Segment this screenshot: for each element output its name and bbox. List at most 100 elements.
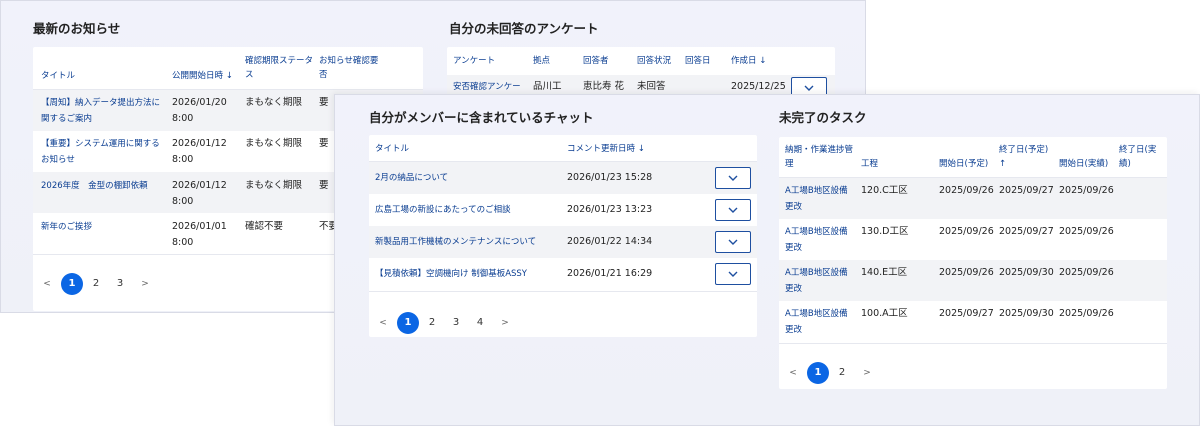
notice-date: 2026/01/20 bbox=[172, 97, 227, 108]
notice-time: 8:00 bbox=[172, 196, 194, 207]
tasks-col-process[interactable]: 工程 bbox=[861, 157, 878, 171]
chat-updated: 2026/01/21 16:29 bbox=[567, 268, 653, 279]
pagination-next[interactable]: > bbox=[137, 273, 153, 295]
table-divider bbox=[369, 291, 757, 292]
chat-expand-button[interactable] bbox=[715, 263, 751, 285]
surveys-section-title: 自分の未回答のアンケート bbox=[449, 21, 599, 36]
surveys-col-answer-date[interactable]: 回答日 bbox=[685, 54, 711, 68]
notices-col-date[interactable]: 公開開始日時 ↓ bbox=[172, 69, 233, 83]
task-process: 140.E工区 bbox=[861, 267, 908, 278]
chats-col-title[interactable]: タイトル bbox=[375, 142, 409, 156]
notice-link[interactable]: 新年のご挨拶 bbox=[41, 219, 163, 235]
surveys-col-created[interactable]: 作成日 ↓ bbox=[731, 54, 766, 68]
surveys-col-status[interactable]: 回答状況 bbox=[637, 54, 671, 68]
notice-status: まもなく期限 bbox=[245, 138, 303, 149]
notice-need: 要 bbox=[319, 138, 329, 149]
chats-col-updated[interactable]: コメント更新日時 ↓ bbox=[567, 142, 645, 156]
task-start-actual: 2025/09/26 bbox=[1059, 308, 1114, 319]
table-divider bbox=[779, 343, 1167, 344]
pagination-page-1[interactable]: 1 bbox=[397, 312, 419, 334]
notice-link[interactable]: 【周知】納入データ提出方法に関するご案内 bbox=[41, 95, 163, 127]
pagination-next[interactable]: > bbox=[859, 362, 875, 384]
tasks-col-end-plan[interactable]: 終了日(予定) ↑ bbox=[999, 143, 1055, 171]
notices-col-title[interactable]: タイトル bbox=[41, 69, 75, 83]
chats-section-title: 自分がメンバーに含まれているチャット bbox=[369, 110, 594, 125]
pagination-page-3[interactable]: 3 bbox=[445, 312, 467, 334]
task-start-actual: 2025/09/26 bbox=[1059, 226, 1114, 237]
pagination-page-2[interactable]: 2 bbox=[85, 273, 107, 295]
notice-time: 8:00 bbox=[172, 113, 194, 124]
chevron-down-icon bbox=[728, 239, 738, 245]
survey-link[interactable]: 安否確認アンケー bbox=[453, 79, 521, 95]
pagination-prev[interactable]: < bbox=[375, 312, 391, 334]
task-process: 120.C工区 bbox=[861, 185, 908, 196]
chat-link[interactable]: 【見積依頼】空調機向け 制御基板ASSY bbox=[375, 266, 527, 282]
chat-link[interactable]: 新製品用工作機械のメンテナンスについて bbox=[375, 234, 536, 250]
chats-card: タイトル コメント更新日時 ↓ 2月の納品について 2026/01/23 15:… bbox=[369, 135, 757, 337]
chat-updated: 2026/01/22 14:34 bbox=[567, 236, 653, 247]
pagination-next[interactable]: > bbox=[497, 312, 513, 334]
chat-expand-button[interactable] bbox=[715, 167, 751, 189]
notice-status: 確認不要 bbox=[245, 221, 284, 232]
pagination-page-2[interactable]: 2 bbox=[421, 312, 443, 334]
task-end-plan: 2025/09/30 bbox=[999, 267, 1054, 278]
tasks-col-name[interactable]: 納期・作業進捗管理 bbox=[785, 143, 855, 171]
chevron-down-icon bbox=[728, 175, 738, 181]
notice-date: 2026/01/12 bbox=[172, 180, 227, 191]
task-link[interactable]: A工場B地区設備更改 bbox=[785, 183, 855, 215]
tasks-col-end-actual[interactable]: 終了日(実績) bbox=[1119, 143, 1165, 171]
notice-status: まもなく期限 bbox=[245, 97, 303, 108]
notice-time: 8:00 bbox=[172, 237, 194, 248]
chat-expand-button[interactable] bbox=[715, 199, 751, 221]
pagination-page-1[interactable]: 1 bbox=[807, 362, 829, 384]
tasks-section-title: 未完了のタスク bbox=[779, 110, 867, 125]
task-start-plan: 2025/09/26 bbox=[939, 267, 994, 278]
task-start-plan: 2025/09/26 bbox=[939, 185, 994, 196]
pagination-page-3[interactable]: 3 bbox=[109, 273, 131, 295]
chevron-down-icon bbox=[728, 207, 738, 213]
task-start-plan: 2025/09/27 bbox=[939, 308, 994, 319]
notice-status: まもなく期限 bbox=[245, 180, 303, 191]
task-link[interactable]: A工場B地区設備更改 bbox=[785, 306, 855, 338]
survey-site: 品川工 bbox=[533, 81, 562, 92]
chevron-down-icon bbox=[804, 85, 814, 91]
surveys-col-site[interactable]: 拠点 bbox=[533, 54, 550, 68]
notice-link[interactable]: 【重要】システム運用に関するお知らせ bbox=[41, 136, 163, 168]
task-start-actual: 2025/09/26 bbox=[1059, 267, 1114, 278]
notice-need: 要 bbox=[319, 97, 329, 108]
task-start-actual: 2025/09/26 bbox=[1059, 185, 1114, 196]
chat-updated: 2026/01/23 13:23 bbox=[567, 204, 653, 215]
pagination-page-2[interactable]: 2 bbox=[831, 362, 853, 384]
surveys-col-survey[interactable]: アンケート bbox=[453, 54, 495, 68]
task-start-plan: 2025/09/26 bbox=[939, 226, 994, 237]
pagination-page-4[interactable]: 4 bbox=[469, 312, 491, 334]
chat-link[interactable]: 広島工場の新設にあたってのご相談 bbox=[375, 202, 511, 218]
pagination-prev[interactable]: < bbox=[39, 273, 55, 295]
chat-updated: 2026/01/23 15:28 bbox=[567, 172, 653, 183]
survey-respondent: 恵比寿 花 bbox=[583, 81, 625, 92]
chat-expand-button[interactable] bbox=[715, 231, 751, 253]
task-link[interactable]: A工場B地区設備更改 bbox=[785, 265, 855, 297]
surveys-col-respondent[interactable]: 回答者 bbox=[583, 54, 609, 68]
tasks-card: 納期・作業進捗管理 工程 開始日(予定) 終了日(予定) ↑ 開始日(実績) 終… bbox=[779, 137, 1167, 389]
notices-col-need[interactable]: お知らせ確認要否 bbox=[319, 54, 379, 82]
task-end-plan: 2025/09/27 bbox=[999, 185, 1054, 196]
notice-date: 2026/01/12 bbox=[172, 138, 227, 149]
tasks-col-start-plan[interactable]: 開始日(予定) bbox=[939, 157, 988, 171]
notice-time: 8:00 bbox=[172, 154, 194, 165]
task-end-plan: 2025/09/30 bbox=[999, 308, 1054, 319]
pagination-page-1[interactable]: 1 bbox=[61, 273, 83, 295]
surveys-card: アンケート 拠点 回答者 回答状況 回答日 作成日 ↓ 安否確認アンケー 品川工… bbox=[447, 47, 835, 97]
notices-section-title: 最新のお知らせ bbox=[33, 21, 121, 36]
notice-date: 2026/01/01 bbox=[172, 221, 227, 232]
tasks-col-start-actual[interactable]: 開始日(実績) bbox=[1059, 157, 1108, 171]
task-link[interactable]: A工場B地区設備更改 bbox=[785, 224, 855, 256]
notice-link[interactable]: 2026年度 金型の棚卸依頼 bbox=[41, 178, 163, 194]
survey-status: 未回答 bbox=[637, 81, 666, 92]
chat-link[interactable]: 2月の納品について bbox=[375, 170, 448, 186]
pagination-prev[interactable]: < bbox=[785, 362, 801, 384]
task-end-plan: 2025/09/27 bbox=[999, 226, 1054, 237]
notices-col-status[interactable]: 確認期限ステータス bbox=[245, 54, 313, 82]
chevron-down-icon bbox=[728, 271, 738, 277]
survey-created: 2025/12/25 bbox=[731, 81, 786, 92]
